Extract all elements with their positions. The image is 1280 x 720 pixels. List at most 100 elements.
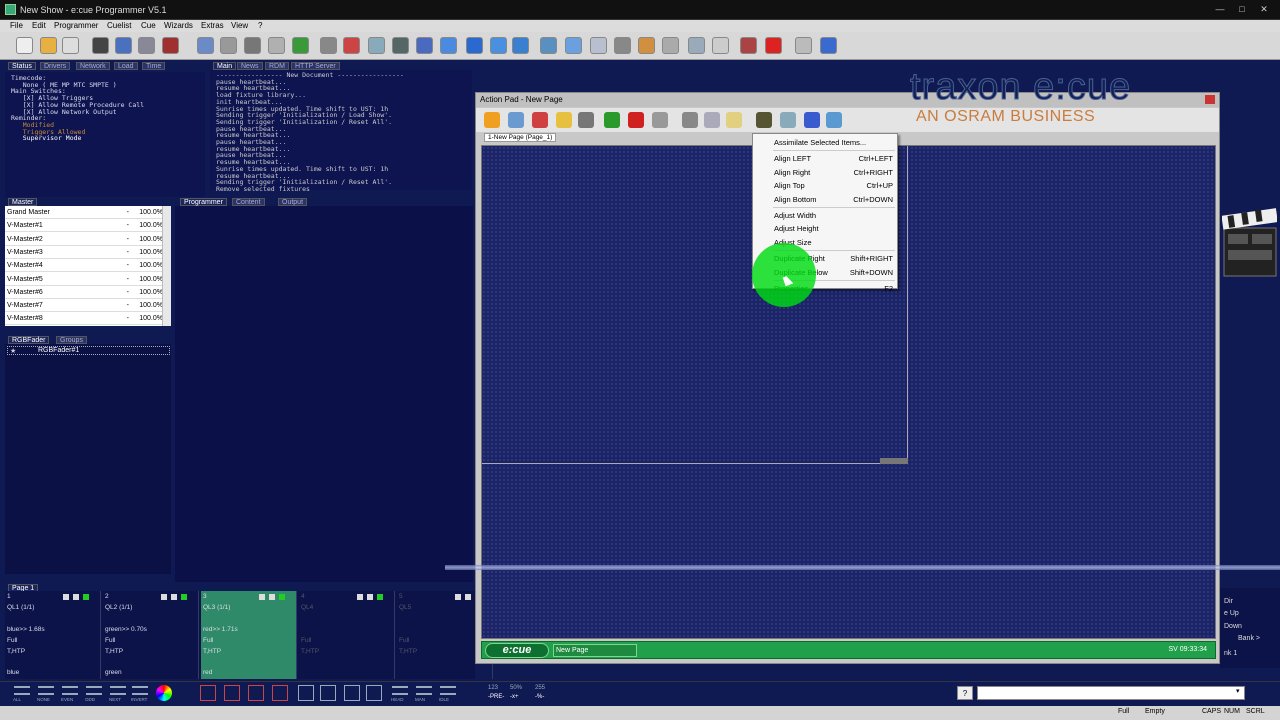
cue-pause-icon[interactable] bbox=[465, 594, 471, 600]
tab-drivers[interactable]: Drivers bbox=[40, 62, 71, 70]
cue-play-icon[interactable] bbox=[377, 594, 383, 600]
help-button[interactable]: ? bbox=[957, 686, 973, 700]
right-panel-item[interactable]: Down bbox=[1224, 623, 1242, 630]
settings-icon[interactable] bbox=[662, 37, 679, 54]
cue-column[interactable]: 4 QL4 Full T,HTP bbox=[299, 591, 395, 679]
numeric-control[interactable]: -x+ bbox=[510, 694, 519, 700]
plug-icon[interactable] bbox=[197, 37, 214, 54]
forward-icon[interactable] bbox=[512, 37, 529, 54]
page-icon[interactable] bbox=[565, 37, 582, 54]
bulb-icon[interactable] bbox=[688, 37, 705, 54]
tab-news[interactable]: News bbox=[237, 62, 263, 70]
new-item-icon[interactable] bbox=[484, 112, 500, 128]
menu-wizards[interactable]: Wizards bbox=[164, 21, 193, 30]
tab-status[interactable]: Status bbox=[8, 62, 36, 70]
wizard-icon[interactable] bbox=[115, 37, 132, 54]
menu-item-adjust-width[interactable]: Adjust Width bbox=[753, 209, 897, 222]
window-icon[interactable] bbox=[780, 112, 796, 128]
cue-stop-icon[interactable] bbox=[357, 594, 363, 600]
tool-icon[interactable] bbox=[248, 685, 264, 701]
save-icon[interactable] bbox=[578, 112, 594, 128]
settings-icon[interactable] bbox=[652, 112, 668, 128]
tab-network[interactable]: Network bbox=[76, 62, 110, 70]
cue-column[interactable]: 1 QL1 (1/1) blue>> 1.68s Full T,HTP blue bbox=[5, 591, 101, 679]
monitor-icon[interactable] bbox=[440, 37, 457, 54]
menu-item-align-bottom[interactable]: Align Bottom Ctrl+DOWN bbox=[753, 193, 897, 206]
right-panel-item[interactable]: Dir bbox=[1224, 598, 1233, 605]
minimize-icon[interactable]: — bbox=[1213, 3, 1227, 15]
folder-icon[interactable] bbox=[556, 112, 572, 128]
tab-master[interactable]: Master bbox=[8, 198, 38, 206]
numeric-control[interactable]: -%- bbox=[535, 694, 544, 700]
menu-item-assimilate-selected-items[interactable]: Assimilate Selected Items... bbox=[753, 136, 897, 149]
cancel-icon[interactable] bbox=[765, 37, 782, 54]
hammer-icon[interactable] bbox=[268, 37, 285, 54]
master-row[interactable]: V-Master#5 - 100.0% bbox=[5, 273, 165, 286]
tab-content[interactable]: Content bbox=[232, 198, 265, 206]
tools-icon[interactable] bbox=[756, 112, 772, 128]
tool-icon[interactable] bbox=[344, 685, 360, 701]
cue-column[interactable]: 3 QL3 (1/1) red>> 1.71s Full T,HTP red bbox=[201, 591, 297, 679]
right-panel-item[interactable]: Bank > bbox=[1238, 635, 1260, 642]
menu-[interactable]: ? bbox=[258, 21, 262, 30]
tool-icon[interactable] bbox=[298, 685, 314, 701]
go-icon[interactable] bbox=[292, 37, 309, 54]
master-row[interactable]: V-Master#4 - 100.0% bbox=[5, 259, 165, 273]
tab-load[interactable]: Load bbox=[114, 62, 138, 70]
cue-pause-icon[interactable] bbox=[367, 594, 373, 600]
master-row[interactable]: V-Master#2 - 100.0% bbox=[5, 233, 165, 246]
add-icon[interactable] bbox=[604, 112, 620, 128]
menu-cuelist[interactable]: Cuelist bbox=[107, 21, 131, 30]
numeric-control[interactable]: -PRE- bbox=[488, 694, 504, 700]
printer-icon[interactable] bbox=[244, 37, 261, 54]
tab-time[interactable]: Time bbox=[142, 62, 166, 70]
cue-pause-icon[interactable] bbox=[269, 594, 275, 600]
tool-icon[interactable] bbox=[272, 685, 288, 701]
master-scrollbar[interactable] bbox=[162, 206, 171, 326]
cue-stop-icon[interactable] bbox=[455, 594, 461, 600]
menu-programmer[interactable]: Programmer bbox=[54, 21, 98, 30]
stop-icon[interactable] bbox=[740, 37, 757, 54]
command-input[interactable] bbox=[977, 686, 1245, 700]
gear-icon[interactable] bbox=[712, 37, 729, 54]
grid-icon[interactable] bbox=[804, 112, 820, 128]
master-row[interactable]: V-Master#6 - 100.0% bbox=[5, 286, 165, 299]
right-panel-item[interactable]: e Up bbox=[1224, 610, 1239, 617]
cue-column[interactable]: 2 QL2 (1/1) green>> 0.70s Full T,HTP green bbox=[103, 591, 199, 679]
play-icon[interactable] bbox=[466, 37, 483, 54]
fixture-icon[interactable] bbox=[138, 37, 155, 54]
dropdown-arrow-icon[interactable]: ▾ bbox=[1236, 687, 1240, 695]
pause-icon[interactable] bbox=[490, 37, 507, 54]
menu-view[interactable]: View bbox=[231, 21, 248, 30]
cue-stop-icon[interactable] bbox=[259, 594, 265, 600]
key-icon[interactable] bbox=[416, 37, 433, 54]
tools-icon[interactable] bbox=[614, 37, 631, 54]
action-pad-page-tab[interactable]: 1-New Page (Page_1) bbox=[484, 133, 557, 142]
resize-handle[interactable] bbox=[880, 458, 908, 464]
arrow-icon[interactable] bbox=[590, 37, 607, 54]
tool-icon[interactable] bbox=[320, 685, 336, 701]
select-head-icon[interactable] bbox=[392, 686, 408, 695]
user-icon[interactable] bbox=[92, 37, 109, 54]
fader-icon[interactable] bbox=[368, 37, 385, 54]
open-icon[interactable] bbox=[40, 37, 57, 54]
cue-play-icon[interactable] bbox=[181, 594, 187, 600]
save-icon[interactable] bbox=[62, 37, 79, 54]
right-panel-item[interactable]: nk 1 bbox=[1224, 650, 1237, 657]
window-icon[interactable] bbox=[795, 37, 812, 54]
fader-item[interactable]: ★ RGBFader#1 bbox=[7, 346, 170, 355]
menu-file[interactable]: File bbox=[10, 21, 23, 30]
menu-extras[interactable]: Extras bbox=[201, 21, 224, 30]
tool-icon[interactable] bbox=[200, 685, 216, 701]
master-row[interactable]: Grand Master - 100.0% bbox=[5, 206, 165, 219]
sequence-icon[interactable] bbox=[162, 37, 179, 54]
select-none-icon[interactable] bbox=[38, 686, 54, 695]
menu-item-adjust-height[interactable]: Adjust Height bbox=[753, 222, 897, 235]
tool-icon[interactable] bbox=[366, 685, 382, 701]
select-idle-icon[interactable] bbox=[440, 686, 456, 695]
tool-icon[interactable] bbox=[224, 685, 240, 701]
select-all-icon[interactable] bbox=[14, 686, 30, 695]
maximize-icon[interactable]: □ bbox=[1235, 3, 1249, 15]
trigger-icon[interactable] bbox=[320, 37, 337, 54]
tab-rgbfader[interactable]: RGBFader bbox=[8, 336, 50, 344]
